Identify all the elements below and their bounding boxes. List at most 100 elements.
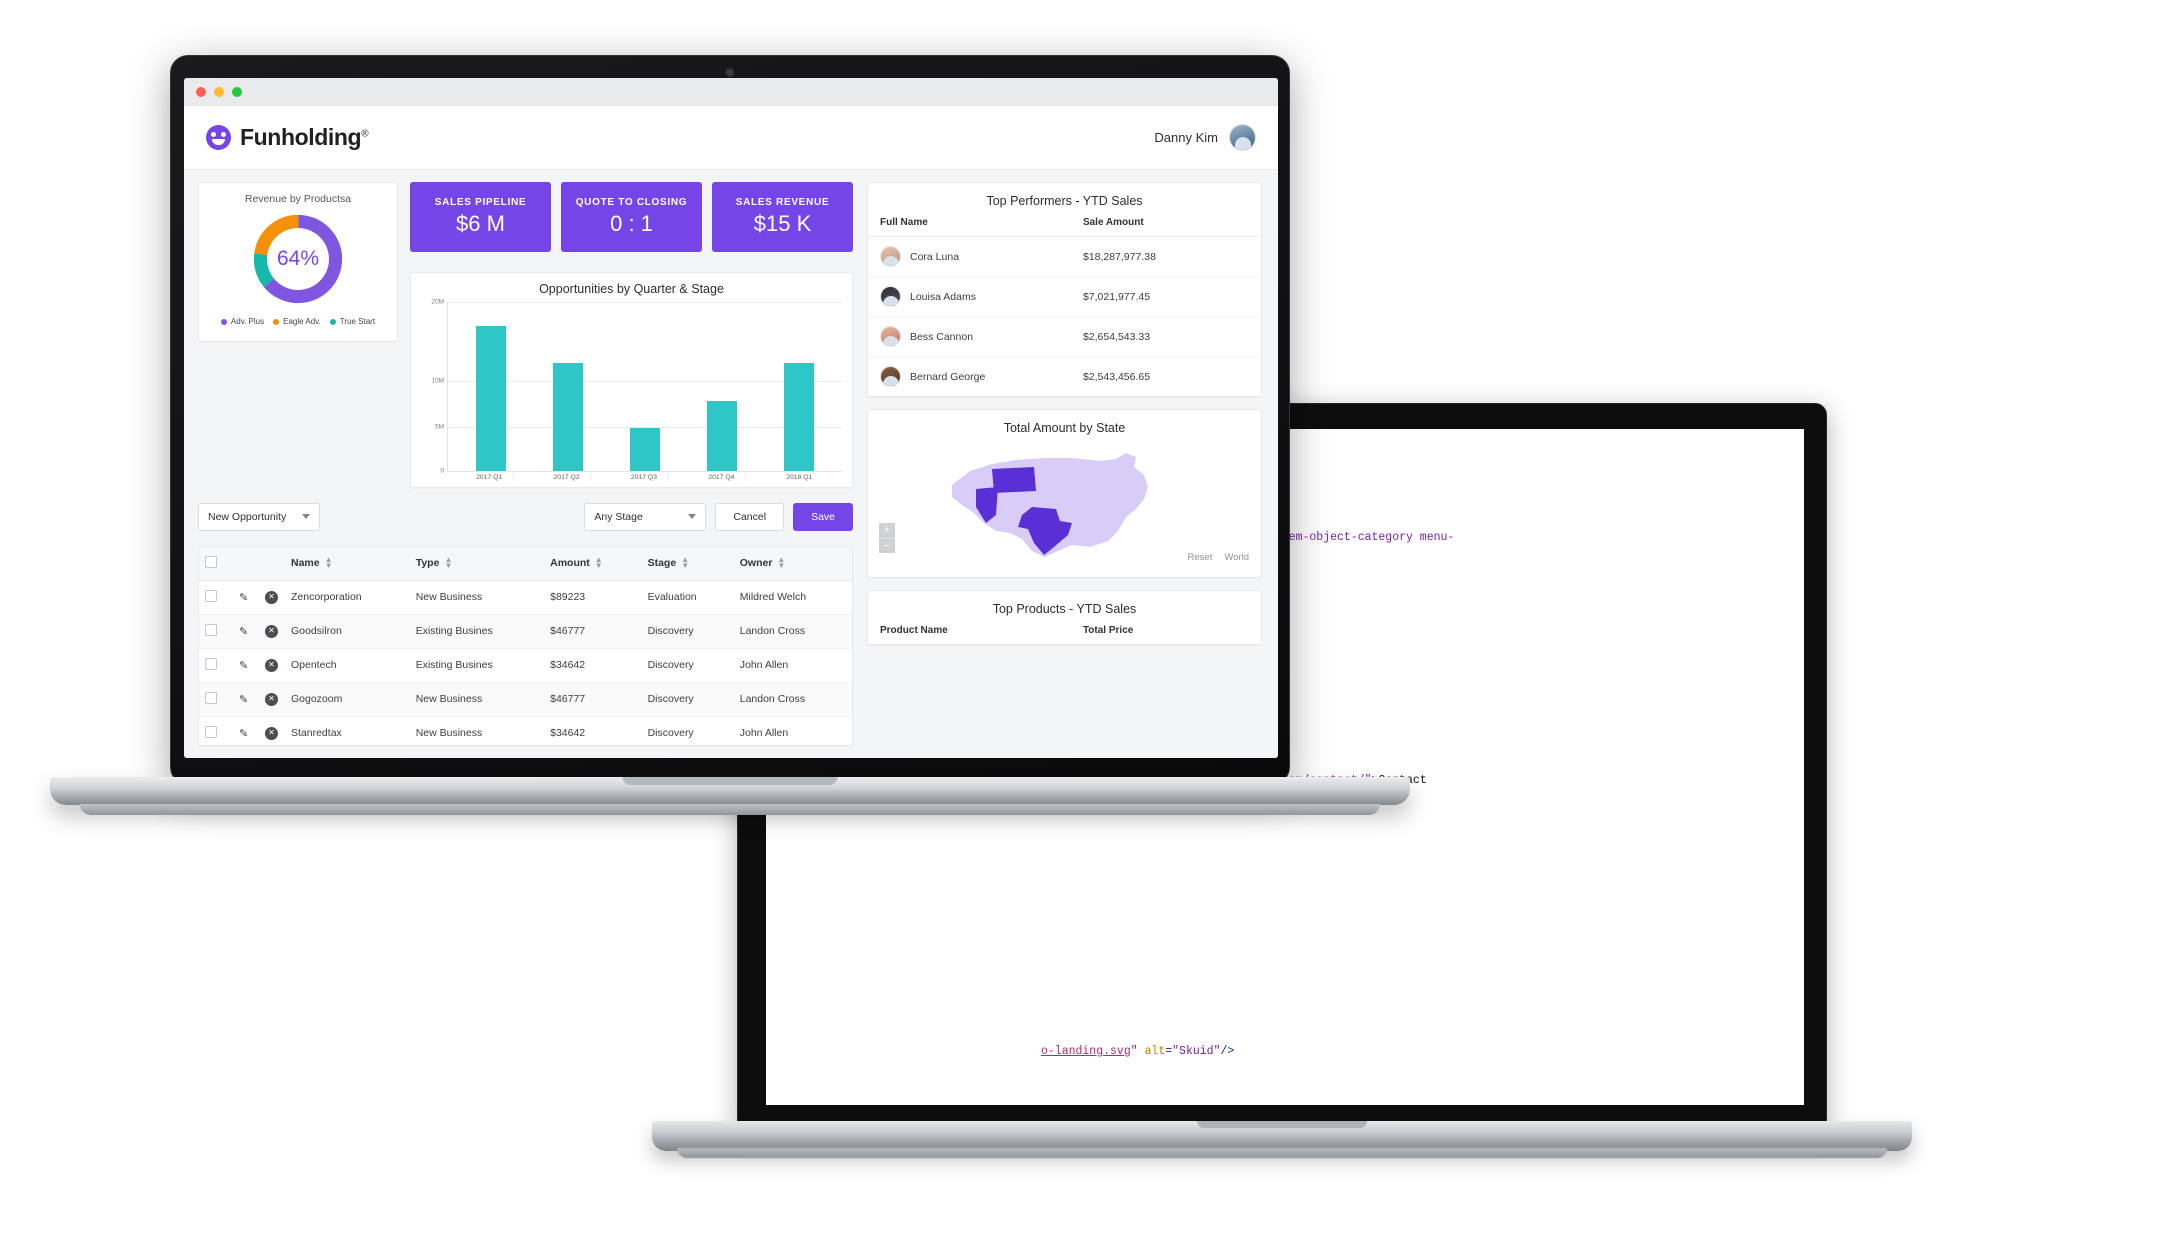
x-tick: 2018 Q1 [786,473,813,481]
us-map[interactable]: + − Reset World [868,444,1261,569]
row-edit-cell[interactable]: ✎ [233,682,259,717]
pencil-icon[interactable]: ✎ [239,592,248,604]
row-edit-cell[interactable]: ✎ [233,614,259,649]
bar[interactable] [552,362,583,471]
zoom-out-button[interactable]: − [879,538,895,553]
sort-icon[interactable]: ▲ ▼ [325,555,333,569]
row-select-cell[interactable] [199,648,233,683]
column-label: Stage [647,556,677,569]
sort-icon[interactable]: ▲ ▼ [681,555,689,569]
minimize-window-icon[interactable] [214,87,224,97]
row-delete-cell[interactable]: ✕ [259,580,285,615]
record-type-select[interactable]: New Opportunity [198,502,321,531]
table-row[interactable]: ✎ ✕ Zencorporation New Business $89223 E… [199,580,852,615]
table-row[interactable]: ✎ ✕ Opentech Existing Busines $34642 Dis… [199,648,852,683]
screenshot-stage: 1643" class="menu-item menu-item-type-ta… [0,0,2168,1248]
map-zoom-controls[interactable]: + − [879,523,895,553]
sort-icon[interactable]: ▲ ▼ [595,555,603,569]
row-checkbox[interactable] [205,623,217,636]
legend-item[interactable]: True Start [329,317,375,326]
kpi-value: 0 : 1 [610,211,653,236]
cell-stage: Discovery [641,682,734,717]
zoom-in-button[interactable]: + [879,523,895,538]
stage-filter-select[interactable]: Any Stage [584,502,707,531]
table-row[interactable]: ✎ ✕ Goodsilron Existing Busines $46777 D… [199,614,852,649]
cancel-button[interactable]: Cancel [715,502,785,531]
list-item[interactable]: Cora Luna $18,287,977.38 [868,237,1261,277]
column-header-stage[interactable]: Stage ▲ ▼ [641,546,734,581]
close-window-icon[interactable] [196,87,206,97]
table-row[interactable]: ✎ ✕ Gogozoom New Business $46777 Discove… [199,682,852,717]
column-header-amount[interactable]: Amount ▲ ▼ [544,546,642,581]
row-delete-cell[interactable]: ✕ [259,716,285,746]
row-select-cell[interactable] [199,716,233,746]
row-select-cell[interactable] [199,682,233,717]
pencil-icon[interactable]: ✎ [239,728,248,740]
donut-percent-label: 64% [276,247,320,270]
kpi-sales-revenue[interactable]: SALES REVENUE $15 K [712,182,853,252]
select-all-header[interactable] [199,546,233,581]
column-header-name[interactable]: Name ▲ ▼ [285,546,410,581]
top-performers-header: Full Name Sale Amount [868,217,1261,237]
pencil-icon[interactable]: ✎ [239,626,248,638]
bar[interactable] [475,325,506,471]
row-checkbox[interactable] [205,589,217,602]
delete-circle-icon[interactable]: ✕ [265,590,278,604]
legend-item[interactable]: Adv. Plus [220,317,264,326]
edit-header [233,546,259,581]
save-button[interactable]: Save [793,502,853,531]
cell-stage: Discovery [641,716,734,746]
kpi-quote-to-closing[interactable]: QUOTE TO CLOSING 0 : 1 [561,182,702,252]
cell-name: Opentech [285,648,410,683]
row-delete-cell[interactable]: ✕ [259,682,285,717]
row-checkbox[interactable] [205,691,217,704]
map-world-link[interactable]: World [1224,552,1249,563]
row-checkbox[interactable] [205,725,217,738]
table-head: Name ▲ ▼ Type ▲ ▼ Amount ▲ ▼ Stage ▲ ▼ Owner ▲ ▼ [199,546,852,581]
row-edit-cell[interactable]: ✎ [233,580,259,615]
list-item[interactable]: Louisa Adams $7,021,977.45 [868,277,1261,317]
row-edit-cell[interactable]: ✎ [233,716,259,746]
cell-owner: John Allen [733,716,852,746]
cell-type: New Business [409,716,545,746]
brand-logo[interactable]: Funholding® [206,124,369,151]
table-header-row: Name ▲ ▼ Type ▲ ▼ Amount ▲ ▼ Stage ▲ ▼ Owner ▲ ▼ [199,546,852,581]
list-item[interactable]: Bess Cannon $2,654,543.33 [868,317,1261,357]
col-sale-amount: Sale Amount [1082,217,1144,228]
row-delete-cell[interactable]: ✕ [259,614,285,649]
row-select-cell[interactable] [199,614,233,649]
us-map-svg[interactable] [940,447,1190,567]
delete-circle-icon[interactable]: ✕ [265,658,278,672]
kpi-label: QUOTE TO CLOSING [575,197,688,208]
x-tick: 2017 Q1 [466,473,514,481]
delete-circle-icon[interactable]: ✕ [265,726,278,740]
state-montana[interactable] [991,466,1036,493]
sort-icon[interactable]: ▲ ▼ [777,555,785,569]
list-item[interactable]: Bernard George $2,543,456.65 [868,357,1261,396]
cell-owner: Mildred Welch [733,580,852,615]
table-row[interactable]: ✎ ✕ Stanredtax New Business $34642 Disco… [199,716,852,746]
delete-circle-icon[interactable]: ✕ [265,624,278,638]
row-edit-cell[interactable]: ✎ [233,648,259,683]
chevron-down-icon [302,514,311,519]
row-checkbox[interactable] [205,657,217,670]
row-select-cell[interactable] [199,580,233,615]
select-all-checkbox[interactable] [205,555,217,568]
bar[interactable] [629,428,660,471]
bar[interactable] [707,401,738,471]
pencil-icon[interactable]: ✎ [239,694,248,706]
column-header-owner[interactable]: Owner ▲ ▼ [733,546,852,581]
col-product-name: Product Name [880,625,948,636]
legend-item[interactable]: Eagle Adv. [273,317,321,326]
row-delete-cell[interactable]: ✕ [259,648,285,683]
sort-icon[interactable]: ▲ ▼ [444,555,452,569]
pencil-icon[interactable]: ✎ [239,660,248,672]
delete-circle-icon[interactable]: ✕ [265,692,278,706]
map-reset-link[interactable]: Reset [1188,552,1213,563]
kpi-sales-pipeline[interactable]: SALES PIPELINE $6 M [410,182,551,252]
bar[interactable] [784,362,815,471]
user-menu[interactable]: Danny Kim [1154,124,1256,151]
column-header-type[interactable]: Type ▲ ▼ [409,546,545,581]
maximize-window-icon[interactable] [232,87,242,97]
avatar[interactable] [1229,124,1256,151]
